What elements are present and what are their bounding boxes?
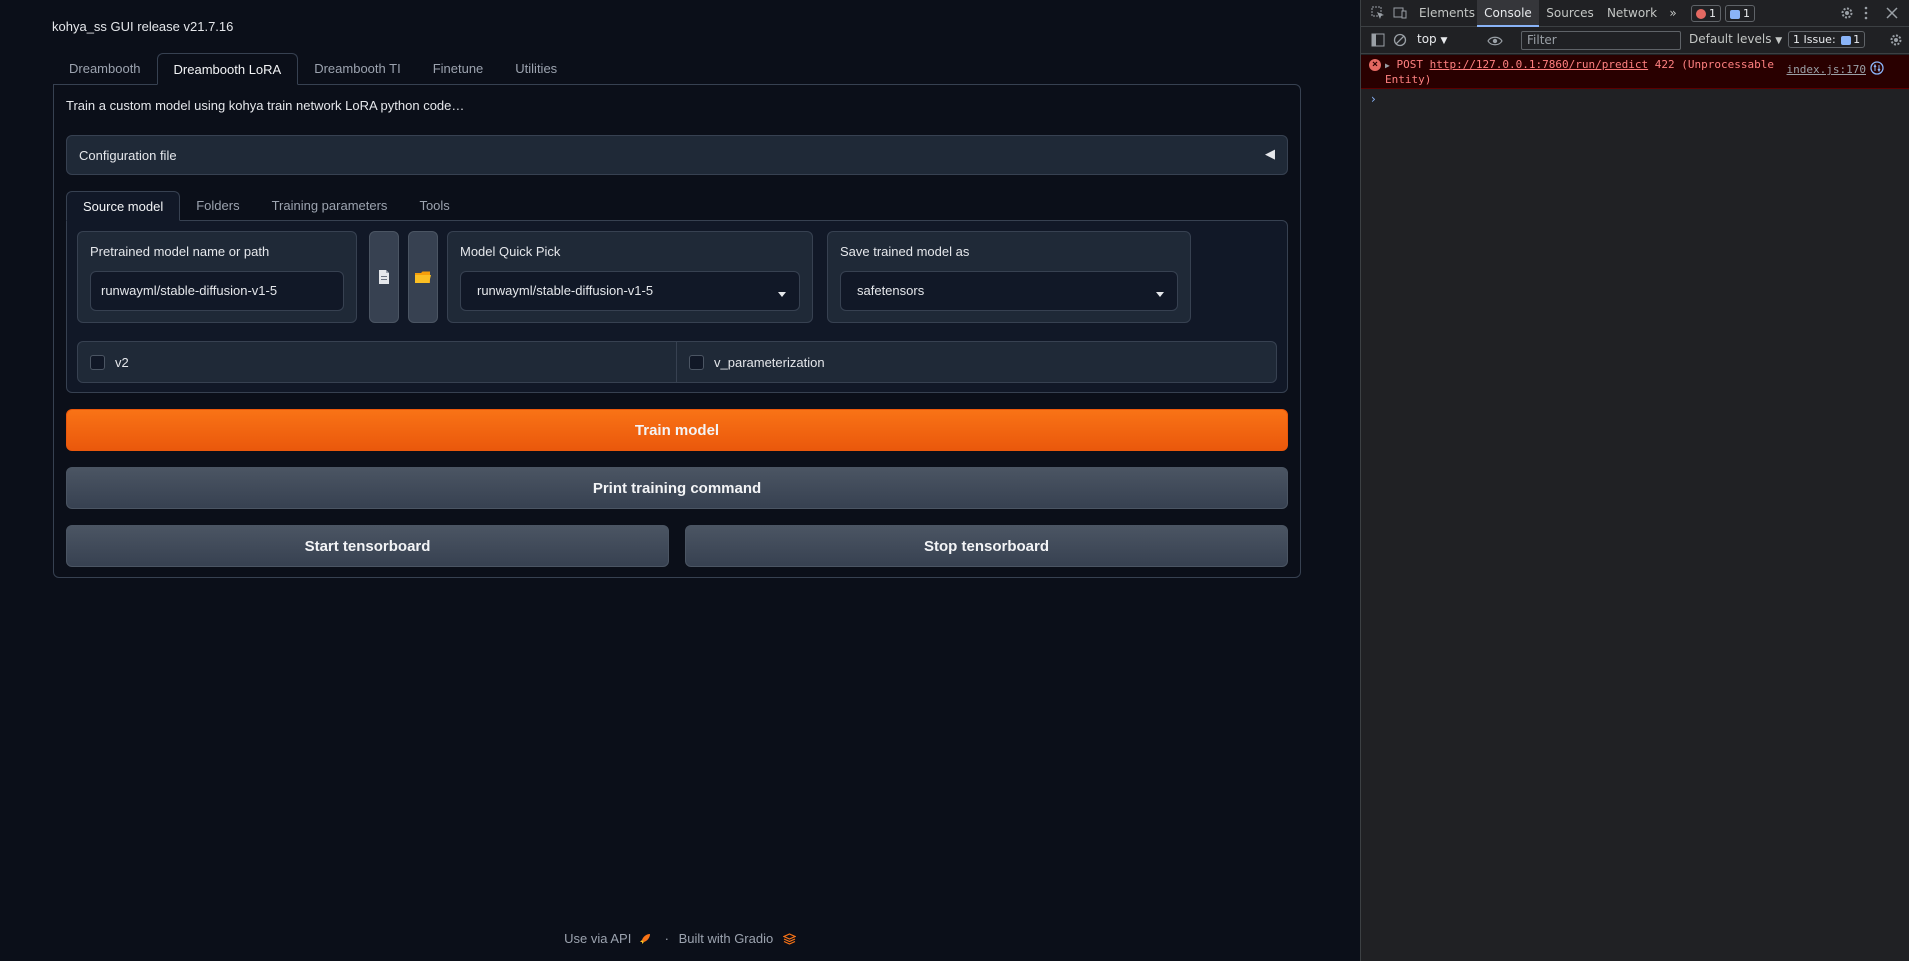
tab-dreambooth-ti[interactable]: Dreambooth TI (298, 53, 416, 85)
save-model-as-dropdown[interactable]: safetensors (840, 271, 1178, 311)
main-tabs: Dreambooth Dreambooth LoRA Dreambooth TI… (53, 53, 573, 85)
model-quick-pick-label: Model Quick Pick (460, 244, 561, 259)
log-levels-value: Default levels (1689, 32, 1772, 46)
console-error-message[interactable]: × ▶ POST http://127.0.0.1:7860/run/predi… (1361, 55, 1909, 89)
devtools-tab-sources[interactable]: Sources (1539, 0, 1601, 27)
tab-dreambooth-lora[interactable]: Dreambooth LoRA (156, 53, 299, 85)
message-count-badge[interactable]: 1 (1725, 5, 1755, 22)
issues-count: 1 (1853, 33, 1861, 46)
error-count-badge[interactable]: 1 (1691, 5, 1721, 22)
expand-triangle-icon[interactable]: ▶ (1385, 61, 1390, 70)
tab-panel: Train a custom model using kohya train n… (53, 84, 1301, 578)
error-source-link[interactable]: index.js:170 (1787, 63, 1866, 76)
error-url-link[interactable]: http://127.0.0.1:7860/run/predict (1430, 58, 1649, 71)
gradio-logo-icon (782, 932, 797, 945)
v2-checkbox[interactable] (90, 354, 105, 370)
devtools-tab-network[interactable]: Network (1601, 0, 1663, 27)
v2-label: v2 (115, 354, 129, 370)
console-prompt-icon[interactable]: › (1371, 92, 1376, 106)
devtools-toolbar: Elements Console Sources Network » 1 1 (1361, 0, 1909, 27)
v-parameterization-checkbox[interactable] (689, 354, 704, 370)
console-settings-icon[interactable] (1889, 33, 1903, 47)
console-filter-input[interactable]: Filter (1521, 31, 1681, 50)
model-options-row: v2 v_parameterization (77, 341, 1277, 383)
folder-icon (415, 271, 431, 283)
settings-gear-icon[interactable] (1840, 6, 1854, 20)
sub-tabs: Source model Folders Training parameters… (66, 191, 466, 221)
print-training-command-button[interactable]: Print training command (66, 467, 1288, 509)
caret-down-icon: ▼ (1440, 36, 1448, 46)
train-model-button[interactable]: Train model (66, 409, 1288, 451)
subtab-folders[interactable]: Folders (180, 191, 255, 221)
use-via-api-link[interactable]: Use via API (564, 931, 631, 946)
network-request-icon[interactable] (1870, 61, 1884, 75)
chevron-down-icon (778, 292, 786, 297)
log-levels-select[interactable]: Default levels ▼ (1689, 32, 1782, 46)
save-model-as-label: Save trained model as (840, 244, 970, 259)
model-quick-pick-field: Model Quick Pick runwayml/stable-diffusi… (447, 231, 813, 323)
chevron-down-icon (1156, 292, 1164, 297)
file-picker-button[interactable] (369, 231, 399, 323)
caret-left-icon: ◀ (1265, 146, 1275, 161)
gradio-app: kohya_ss GUI release v21.7.16 Dreambooth… (0, 0, 1360, 961)
file-icon (379, 270, 389, 284)
rocket-icon (639, 933, 650, 944)
v2-checkbox-item[interactable]: v2 (78, 342, 129, 382)
context-value: top (1417, 32, 1437, 46)
pretrained-model-input[interactable]: runwayml/stable-diffusion-v1-5 (90, 271, 344, 311)
configuration-file-accordion[interactable]: Configuration file ◀ (66, 135, 1288, 175)
clear-console-icon[interactable] (1393, 33, 1407, 47)
devtools-tab-console[interactable]: Console (1477, 0, 1539, 27)
model-quick-pick-dropdown[interactable]: runwayml/stable-diffusion-v1-5 (460, 271, 800, 311)
error-text: ▶ POST http://127.0.0.1:7860/run/predict… (1385, 58, 1785, 87)
error-method: POST (1396, 58, 1423, 71)
inspect-element-icon[interactable] (1371, 6, 1385, 20)
accordion-label: Configuration file (79, 148, 177, 163)
console-filter-bar: top ▼ Filter Default levels ▼ 1 Issue: 1 (1361, 28, 1909, 54)
save-model-as-field: Save trained model as safetensors (827, 231, 1191, 323)
tab-utilities[interactable]: Utilities (499, 53, 573, 85)
message-count: 1 (1743, 7, 1750, 20)
pretrained-model-field: Pretrained model name or path runwayml/s… (77, 231, 357, 323)
footer: Use via API · Built with Gradio (0, 930, 1360, 946)
eye-icon[interactable] (1487, 35, 1503, 47)
more-tabs-icon[interactable]: » (1665, 0, 1681, 27)
source-model-panel: Pretrained model name or path runwayml/s… (66, 220, 1288, 393)
v-parameterization-checkbox-item[interactable]: v_parameterization (677, 342, 825, 382)
caret-down-icon: ▼ (1775, 36, 1783, 46)
devtools-panel: Elements Console Sources Network » 1 1 t… (1360, 0, 1909, 961)
built-with-gradio-link[interactable]: Built with Gradio (679, 931, 774, 946)
subtab-tools[interactable]: Tools (403, 191, 465, 221)
subtab-source-model[interactable]: Source model (66, 191, 181, 221)
pretrained-model-label: Pretrained model name or path (90, 244, 270, 259)
issues-badge[interactable]: 1 Issue: 1 (1788, 31, 1866, 48)
issues-label: 1 Issue: (1793, 33, 1836, 46)
subtab-training-parameters[interactable]: Training parameters (256, 191, 404, 221)
kebab-menu-icon[interactable] (1864, 6, 1868, 20)
folder-picker-button[interactable] (408, 231, 438, 323)
message-icon (1730, 9, 1740, 19)
description-text: Train a custom model using kohya train n… (66, 98, 465, 113)
v-parameterization-label: v_parameterization (714, 354, 825, 370)
tab-finetune[interactable]: Finetune (417, 53, 500, 85)
context-select[interactable]: top ▼ (1417, 32, 1447, 46)
stop-tensorboard-button[interactable]: Stop tensorboard (685, 525, 1288, 567)
footer-separator: · (664, 931, 669, 947)
error-count: 1 (1709, 7, 1716, 20)
message-icon (1841, 35, 1852, 45)
tab-dreambooth[interactable]: Dreambooth (53, 53, 157, 85)
sidebar-toggle-icon[interactable] (1371, 33, 1385, 47)
devtools-tab-elements[interactable]: Elements (1417, 0, 1477, 27)
start-tensorboard-button[interactable]: Start tensorboard (66, 525, 669, 567)
error-x-icon: × (1369, 59, 1381, 71)
device-toolbar-icon[interactable] (1393, 6, 1407, 20)
error-icon (1696, 9, 1706, 19)
app-title: kohya_ss GUI release v21.7.16 (52, 19, 234, 34)
close-icon[interactable] (1886, 7, 1898, 19)
